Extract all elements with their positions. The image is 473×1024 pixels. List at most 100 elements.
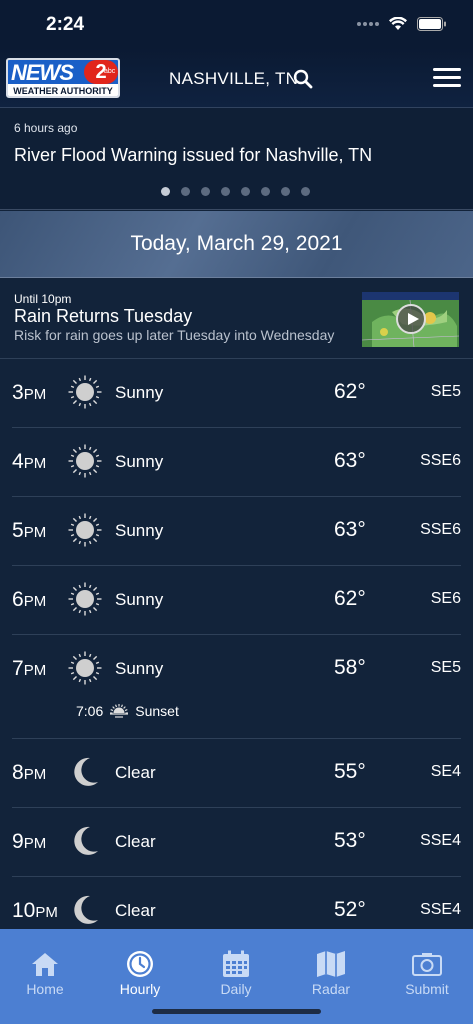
hour-condition: Sunny <box>115 659 164 678</box>
hour-time: 10PM <box>12 899 58 923</box>
hour-temperature: 53° <box>334 829 366 852</box>
hour-value: 5 <box>12 519 24 542</box>
condition-icon-wrap <box>68 755 102 789</box>
alert-banner[interactable]: 6 hours ago River Flood Warning issued f… <box>0 108 473 210</box>
hour-time: 6PM <box>12 588 46 612</box>
date-title: Today, March 29, 2021 <box>130 232 343 255</box>
hour-value: 8 <box>12 761 24 784</box>
hour-temperature: 62° <box>334 587 366 610</box>
search-icon[interactable] <box>293 69 313 89</box>
condition-icon-wrap <box>68 582 102 616</box>
condition-icon-wrap <box>68 824 102 858</box>
hour-value: 7 <box>12 657 24 680</box>
home-indicator <box>152 1009 321 1014</box>
hourly-forecast-list: 3PM Sunny 62° SE5 4PM Sunny 63° SSE6 5PM… <box>0 359 473 946</box>
sunset-event: 7:06 Sunset <box>76 701 179 721</box>
date-bar: Today, March 29, 2021 <box>0 211 473 278</box>
tab-submit[interactable]: Submit <box>387 949 467 997</box>
sunset-label: Sunset <box>135 703 179 719</box>
hour-ampm: PM <box>23 835 47 852</box>
hour-wind: SSE6 <box>420 521 461 538</box>
hour-ampm: PM <box>23 455 47 472</box>
condition-icon-wrap <box>68 444 102 478</box>
sun-icon <box>68 651 102 685</box>
condition-icon-wrap <box>68 513 102 547</box>
hour-condition: Clear <box>115 763 156 782</box>
tab-label: Submit <box>405 981 449 997</box>
story-video-thumbnail[interactable] <box>362 292 459 347</box>
hamburger-menu-icon[interactable] <box>433 68 461 88</box>
tab-label: Daily <box>220 981 252 997</box>
pager-dot[interactable] <box>201 187 210 196</box>
app-header: NEWS 2 abc WEATHER AUTHORITY NASHVILLE, … <box>0 48 473 108</box>
tab-radar[interactable]: Radar <box>291 949 371 997</box>
hour-time: 4PM <box>12 450 46 474</box>
pager-dot[interactable] <box>281 187 290 196</box>
hour-value: 4 <box>12 450 24 473</box>
calendar-icon <box>223 950 249 977</box>
logo-text: NEWS <box>11 60 74 85</box>
tab-home[interactable]: Home <box>5 949 85 997</box>
hour-row[interactable]: 5PM Sunny 63° SSE6 <box>12 497 461 566</box>
news2-logo[interactable]: NEWS 2 abc WEATHER AUTHORITY <box>6 58 120 98</box>
hour-row[interactable]: 8PM Clear 55° SE4 <box>12 739 461 808</box>
pager-dot[interactable] <box>261 187 270 196</box>
status-time: 2:24 <box>46 14 85 35</box>
pager-dot[interactable] <box>301 187 310 196</box>
clock-icon <box>127 951 153 977</box>
hour-condition: Clear <box>115 832 156 851</box>
pager-dot[interactable] <box>161 187 170 196</box>
location-selector[interactable]: NASHVILLE, TN <box>169 69 298 89</box>
moon-icon <box>74 895 98 924</box>
sun-icon <box>68 582 102 616</box>
sun-icon <box>68 444 102 478</box>
hour-wind: SE5 <box>430 383 461 400</box>
condition-icon-wrap <box>68 651 102 685</box>
status-bar: 2:24 <box>0 0 473 48</box>
pager-dot[interactable] <box>221 187 230 196</box>
hour-time: 7PM <box>12 657 46 681</box>
pager-dot[interactable] <box>181 187 190 196</box>
hour-row[interactable]: 6PM Sunny 62° SE6 <box>12 566 461 635</box>
tab-label: Home <box>26 981 64 997</box>
hour-row[interactable]: 3PM Sunny 62° SE5 <box>12 359 461 428</box>
hour-temperature: 63° <box>334 518 366 541</box>
sunset-time: 7:06 <box>76 703 104 719</box>
hour-condition: Sunny <box>115 590 164 609</box>
play-icon[interactable] <box>396 304 426 334</box>
status-icons <box>357 17 447 31</box>
hour-temperature: 63° <box>334 449 366 472</box>
hour-condition: Sunny <box>115 383 164 402</box>
hour-ampm: PM <box>35 904 58 921</box>
tab-label: Radar <box>311 981 351 997</box>
hour-time: 8PM <box>12 761 46 785</box>
hour-value: 6 <box>12 588 24 611</box>
hour-wind: SSE4 <box>420 901 461 918</box>
sun-icon <box>68 375 102 409</box>
hour-value: 3 <box>12 381 24 404</box>
hour-time: 9PM <box>12 830 46 854</box>
hour-wind: SSE6 <box>420 452 461 469</box>
story-card[interactable]: Until 10pm Rain Returns Tuesday Risk for… <box>0 279 473 359</box>
hour-row[interactable]: 4PM Sunny 63° SSE6 <box>12 428 461 497</box>
pager-dot[interactable] <box>241 187 250 196</box>
hour-wind: SE5 <box>430 659 461 676</box>
hour-wind: SE4 <box>430 763 461 780</box>
cellular-signal-icon <box>357 22 379 26</box>
camera-icon <box>412 953 442 976</box>
alert-pager[interactable] <box>161 187 310 196</box>
tab-daily[interactable]: Daily <box>196 949 276 997</box>
home-icon <box>32 953 58 976</box>
hour-ampm: PM <box>23 766 47 783</box>
story-title: Rain Returns Tuesday <box>14 306 193 326</box>
hour-row[interactable]: 7PM Sunny 58° SE5 7:06 Sunset <box>12 635 461 739</box>
wifi-icon <box>389 17 407 30</box>
hour-time: 5PM <box>12 519 46 543</box>
hour-condition: Sunny <box>115 521 164 540</box>
battery-icon <box>417 17 446 31</box>
story-description: Risk for rain goes up later Tuesday into… <box>14 327 335 343</box>
hour-row[interactable]: 9PM Clear 53° SSE4 <box>12 808 461 877</box>
tab-hourly[interactable]: Hourly <box>100 949 180 997</box>
moon-icon <box>74 826 98 855</box>
hour-temperature: 52° <box>334 898 366 921</box>
